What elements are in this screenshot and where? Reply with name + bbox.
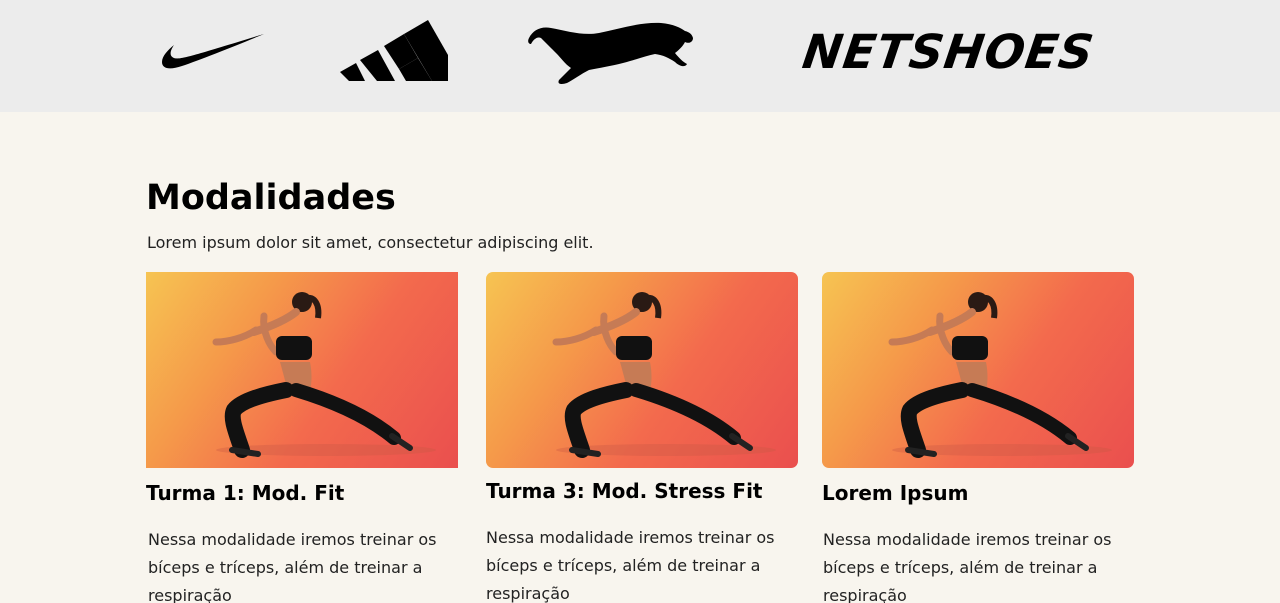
card-title: Turma 3: Mod. Stress Fit (486, 479, 763, 503)
woman-stretching-photo (486, 272, 798, 468)
section-title: Modalidades (146, 178, 396, 218)
card-description: Nessa modalidade iremos treinar os bícep… (486, 528, 775, 603)
card-description: Nessa modalidade iremos treinar os bícep… (148, 530, 437, 603)
modality-card[interactable]: Lorem Ipsum Nessa modalidade iremos trei… (822, 272, 1134, 603)
section-subtitle: Lorem ipsum dolor sit amet, consectetur … (147, 233, 594, 252)
card-description: Nessa modalidade iremos treinar os bícep… (823, 530, 1112, 603)
nike-logo-icon (160, 32, 266, 72)
modality-card[interactable]: Turma 3: Mod. Stress Fit Nessa modalidad… (486, 272, 798, 603)
modality-card[interactable]: Turma 1: Mod. Fit Nessa modalidade iremo… (146, 272, 458, 603)
woman-stretching-photo (822, 272, 1134, 468)
card-title: Turma 1: Mod. Fit (146, 481, 345, 505)
puma-logo-icon (527, 20, 695, 86)
netshoes-logo: NETSHOES (799, 25, 1098, 80)
woman-stretching-photo (146, 272, 458, 468)
card-title: Lorem Ipsum (822, 481, 969, 505)
brand-logos-bar: NETSHOES (0, 0, 1280, 112)
adidas-logo-icon (340, 20, 448, 82)
